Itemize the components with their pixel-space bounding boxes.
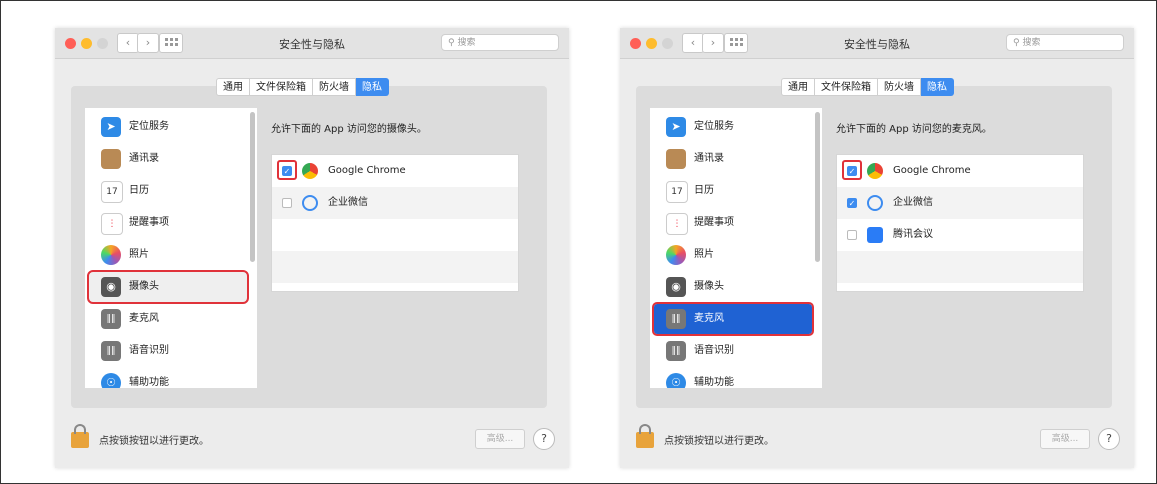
checkbox[interactable]: ✓ — [847, 198, 857, 208]
speech-waveform-icon: ‖‖ — [666, 341, 686, 361]
title-bar: ‹ › 安全性与隐私 ⚲ 搜索 — [55, 28, 569, 59]
sidebar-item-reminders[interactable]: ⋮ 提醒事项 — [654, 208, 812, 238]
sidebar-item-contacts[interactable]: 通讯录 — [89, 144, 247, 174]
checkbox[interactable] — [847, 230, 857, 240]
tab-firewall[interactable]: 防火墙 — [878, 78, 921, 96]
privacy-sidebar[interactable]: ➤ 定位服务 通讯录 17 日历 ⋮ 提醒事项 照片 ◉ 摄像头 ‖‖ 麦克风 … — [85, 108, 257, 388]
privacy-sidebar[interactable]: ➤ 定位服务 通讯录 17 日历 ⋮ 提醒事项 照片 ◉ 摄像头 ‖‖ 麦克风 … — [650, 108, 822, 388]
scrollbar[interactable] — [250, 112, 255, 262]
calendar-icon: 17 — [666, 181, 688, 203]
sidebar-item-camera[interactable]: ◉ 摄像头 — [87, 270, 249, 304]
lock-icon[interactable] — [636, 424, 654, 448]
photos-icon — [666, 245, 686, 265]
search-field[interactable]: ⚲ 搜索 — [441, 34, 559, 51]
app-list[interactable]: ✓ Google Chrome ✓ 企业微信 腾讯会议 — [836, 154, 1084, 292]
checkbox[interactable]: ✓ — [282, 166, 292, 176]
search-placeholder: 搜索 — [457, 38, 476, 48]
wecom-icon — [867, 195, 883, 211]
sidebar-item-calendar[interactable]: 17 日历 — [89, 176, 247, 206]
tab-general[interactable]: 通用 — [781, 78, 815, 96]
search-icon: ⚲ — [448, 38, 455, 48]
tab-filevault[interactable]: 文件保险箱 — [815, 78, 878, 96]
sidebar-item-photos[interactable]: 照片 — [654, 240, 812, 270]
tab-privacy[interactable]: 隐私 — [356, 78, 389, 96]
chrome-icon — [302, 163, 318, 179]
tencent-meeting-icon — [867, 227, 883, 243]
advanced-button[interactable]: 高级... — [475, 429, 525, 449]
help-button[interactable]: ? — [1098, 428, 1120, 450]
app-list[interactable]: ✓ Google Chrome 企业微信 — [271, 154, 519, 292]
sidebar-item-microphone[interactable]: ‖‖ 麦克风 — [89, 304, 247, 334]
access-prompt: 允许下面的 App 访问您的摄像头。 — [271, 124, 427, 135]
content-pane: ➤ 定位服务 通讯录 17 日历 ⋮ 提醒事项 照片 ◉ 摄像头 ‖‖ 麦克风 … — [71, 86, 547, 408]
list-item[interactable]: 腾讯会议 — [837, 219, 1083, 251]
list-item[interactable]: ✓ 企业微信 — [837, 187, 1083, 219]
sidebar-item-calendar[interactable]: 17 日历 — [654, 176, 812, 206]
sidebar-item-speech[interactable]: ‖‖ 语音识别 — [89, 336, 247, 366]
search-field[interactable]: ⚲ 搜索 — [1006, 34, 1124, 51]
sidebar-item-location[interactable]: ➤ 定位服务 — [89, 112, 247, 142]
lock-icon[interactable] — [71, 424, 89, 448]
lock-text: 点按锁按钮以进行更改。 — [99, 436, 209, 447]
scrollbar[interactable] — [815, 112, 820, 262]
tab-bar: 通用 文件保险箱 防火墙 隐私 — [216, 78, 389, 96]
camera-icon: ◉ — [101, 277, 121, 297]
sidebar-item-location[interactable]: ➤ 定位服务 — [654, 112, 812, 142]
sidebar-item-speech[interactable]: ‖‖ 语音识别 — [654, 336, 812, 366]
wecom-icon — [302, 195, 318, 211]
tab-firewall[interactable]: 防火墙 — [313, 78, 356, 96]
accessibility-icon: ☉ — [666, 373, 686, 388]
list-item[interactable]: ✓ Google Chrome — [272, 155, 518, 187]
empty-row — [272, 251, 518, 283]
title-bar: ‹ › 安全性与隐私 ⚲ 搜索 — [620, 28, 1134, 59]
content-pane: ➤ 定位服务 通讯录 17 日历 ⋮ 提醒事项 照片 ◉ 摄像头 ‖‖ 麦克风 … — [636, 86, 1112, 408]
photos-icon — [101, 245, 121, 265]
contacts-icon — [666, 149, 686, 169]
microphone-waveform-icon: ‖‖ — [666, 309, 686, 329]
sidebar-item-accessibility[interactable]: ☉ 辅助功能 — [654, 368, 812, 388]
lock-text: 点按锁按钮以进行更改。 — [664, 436, 774, 447]
help-button[interactable]: ? — [533, 428, 555, 450]
access-prompt: 允许下面的 App 访问您的麦克风。 — [836, 124, 992, 135]
sidebar-item-contacts[interactable]: 通讯录 — [654, 144, 812, 174]
contacts-icon — [101, 149, 121, 169]
advanced-button[interactable]: 高级... — [1040, 429, 1090, 449]
checkbox[interactable]: ✓ — [847, 166, 857, 176]
calendar-icon: 17 — [101, 181, 123, 203]
speech-waveform-icon: ‖‖ — [101, 341, 121, 361]
tab-bar: 通用 文件保险箱 防火墙 隐私 — [781, 78, 954, 96]
sidebar-item-camera[interactable]: ◉ 摄像头 — [654, 272, 812, 302]
tab-filevault[interactable]: 文件保险箱 — [250, 78, 313, 96]
checkbox[interactable] — [282, 198, 292, 208]
search-placeholder: 搜索 — [1022, 38, 1041, 48]
sidebar-item-microphone[interactable]: ‖‖ 麦克风 — [652, 302, 814, 336]
sidebar-item-reminders[interactable]: ⋮ 提醒事项 — [89, 208, 247, 238]
empty-row — [272, 219, 518, 251]
list-item[interactable]: ✓ Google Chrome — [837, 155, 1083, 187]
tab-privacy[interactable]: 隐私 — [921, 78, 954, 96]
empty-row — [837, 251, 1083, 283]
location-arrow-icon: ➤ — [101, 117, 121, 137]
camera-icon: ◉ — [666, 277, 686, 297]
accessibility-icon: ☉ — [101, 373, 121, 388]
chrome-icon — [867, 163, 883, 179]
reminders-icon: ⋮ — [101, 213, 123, 235]
reminders-icon: ⋮ — [666, 213, 688, 235]
list-item[interactable]: 企业微信 — [272, 187, 518, 219]
search-icon: ⚲ — [1013, 38, 1020, 48]
sidebar-item-accessibility[interactable]: ☉ 辅助功能 — [89, 368, 247, 388]
location-arrow-icon: ➤ — [666, 117, 686, 137]
tab-general[interactable]: 通用 — [216, 78, 250, 96]
microphone-waveform-icon: ‖‖ — [101, 309, 121, 329]
sidebar-item-photos[interactable]: 照片 — [89, 240, 247, 270]
